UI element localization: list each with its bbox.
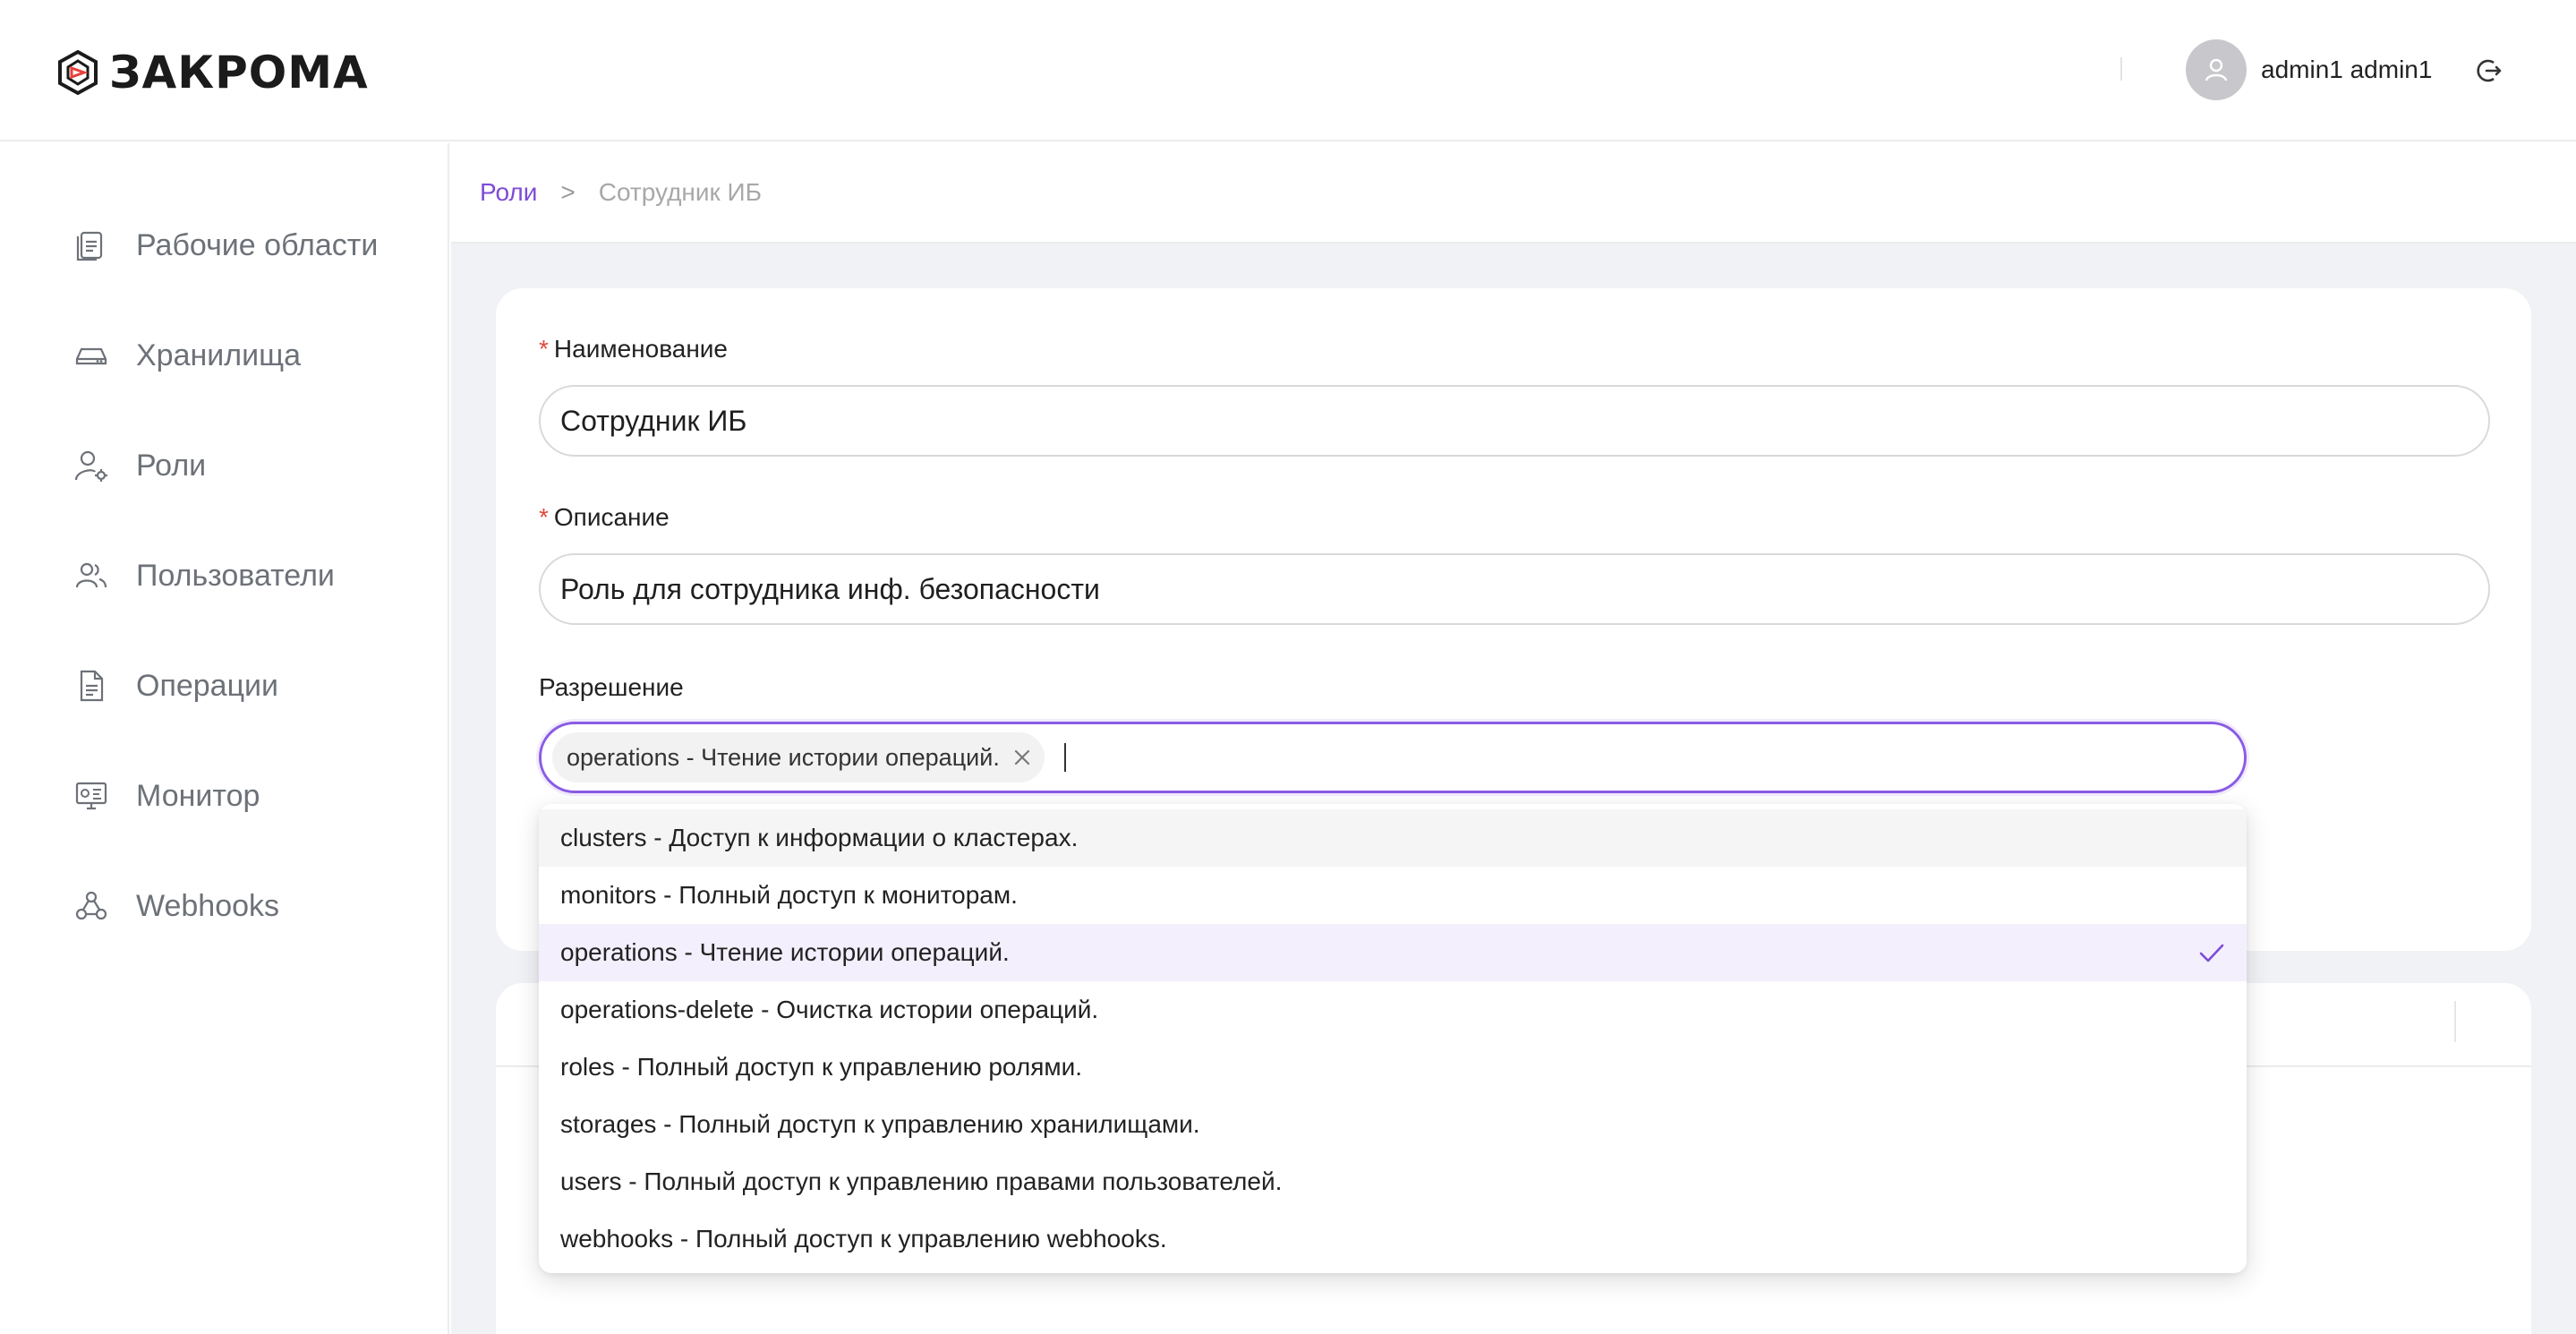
sidebar-item-monitor[interactable]: Монитор — [73, 769, 260, 823]
sidebar-item-label: Пользователи — [136, 558, 335, 593]
required-mark: * — [539, 335, 549, 363]
description-input[interactable]: Роль для сотрудника инф. безопасности — [539, 553, 2490, 625]
dropdown-option[interactable]: roles - Полный доступ к управлению ролям… — [539, 1039, 2247, 1096]
breadcrumb-separator: > — [560, 178, 576, 206]
webhooks-icon — [75, 891, 107, 920]
dropdown-option[interactable]: clusters - Доступ к информации о кластер… — [539, 809, 2247, 867]
name-input-value: Сотрудник ИБ — [560, 404, 747, 437]
permission-dropdown: clusters - Доступ к информации о кластер… — [539, 804, 2247, 1273]
sidebar-item-storages[interactable]: Хранилища — [73, 329, 301, 382]
storage-icon — [75, 347, 107, 365]
monitor-icon — [75, 782, 107, 810]
check-icon — [2199, 944, 2224, 962]
users-icon — [75, 562, 107, 588]
logout-icon[interactable] — [2476, 57, 2503, 84]
sidebar-item-label: Webhooks — [136, 888, 280, 923]
breadcrumb-roles-link[interactable]: Роли — [480, 178, 537, 207]
text-caret — [1063, 743, 1066, 772]
required-mark: * — [539, 503, 549, 531]
logo-icon — [58, 49, 98, 96]
sidebar-item-webhooks[interactable]: Webhooks — [73, 879, 279, 933]
sidebar-item-label: Роли — [136, 448, 207, 483]
header-divider — [2120, 57, 2122, 81]
sidebar: Рабочие области Хранилища Роли Пользоват… — [0, 143, 449, 1334]
user-icon — [2205, 58, 2228, 81]
dropdown-option[interactable]: users - Полный доступ к управлению права… — [539, 1153, 2247, 1210]
dropdown-option-selected[interactable]: operations - Чтение истории операций. — [539, 924, 2247, 981]
description-label: * Описание — [539, 503, 670, 531]
close-icon[interactable] — [1012, 748, 1032, 767]
sidebar-item-label: Рабочие области — [136, 227, 379, 262]
sidebar-item-roles[interactable]: Роли — [73, 439, 206, 492]
header-divider — [2454, 1001, 2456, 1042]
description-input-value: Роль для сотрудника инф. безопасности — [560, 572, 1100, 605]
name-label: * Наименование — [539, 335, 729, 363]
user-name[interactable]: admin1 admin1 — [2261, 56, 2432, 84]
name-input[interactable]: Сотрудник ИБ — [539, 385, 2490, 457]
permission-select[interactable]: operations - Чтение истории операций. — [539, 722, 2247, 793]
app-header: ЗАКРОМА admin1 admin1 — [0, 0, 2576, 141]
dropdown-option[interactable]: monitors - Полный доступ к мониторам. — [539, 867, 2247, 924]
avatar[interactable] — [2186, 39, 2247, 100]
breadcrumb-current: Сотрудник ИБ — [598, 178, 763, 206]
sidebar-item-operations[interactable]: Операции — [73, 659, 278, 713]
sidebar-item-label: Хранилища — [136, 338, 301, 372]
workspaces-icon — [76, 231, 103, 261]
breadcrumb: Роли > Сотрудник ИБ — [451, 143, 2576, 244]
dropdown-option[interactable]: operations-delete - Очистка истории опер… — [539, 981, 2247, 1039]
brand-logo[interactable]: ЗАКРОМА — [54, 47, 369, 98]
sidebar-item-label: Операции — [136, 668, 279, 703]
operations-icon — [80, 670, 104, 702]
brand-name: ЗАКРОМА — [109, 47, 369, 98]
dropdown-option[interactable]: storages - Полный доступ к управлению хр… — [539, 1096, 2247, 1153]
tag-label: operations - Чтение истории операций. — [567, 743, 1000, 771]
sidebar-item-label: Монитор — [136, 778, 260, 813]
sidebar-item-workspaces[interactable]: Рабочие области — [73, 218, 378, 272]
sidebar-item-users[interactable]: Пользователи — [73, 549, 335, 603]
selected-permission-tag: operations - Чтение истории операций. — [552, 732, 1045, 782]
roles-icon — [74, 450, 107, 482]
dropdown-option[interactable]: webhooks - Полный доступ к управлению we… — [539, 1210, 2247, 1268]
permission-label: Разрешение — [539, 673, 684, 701]
